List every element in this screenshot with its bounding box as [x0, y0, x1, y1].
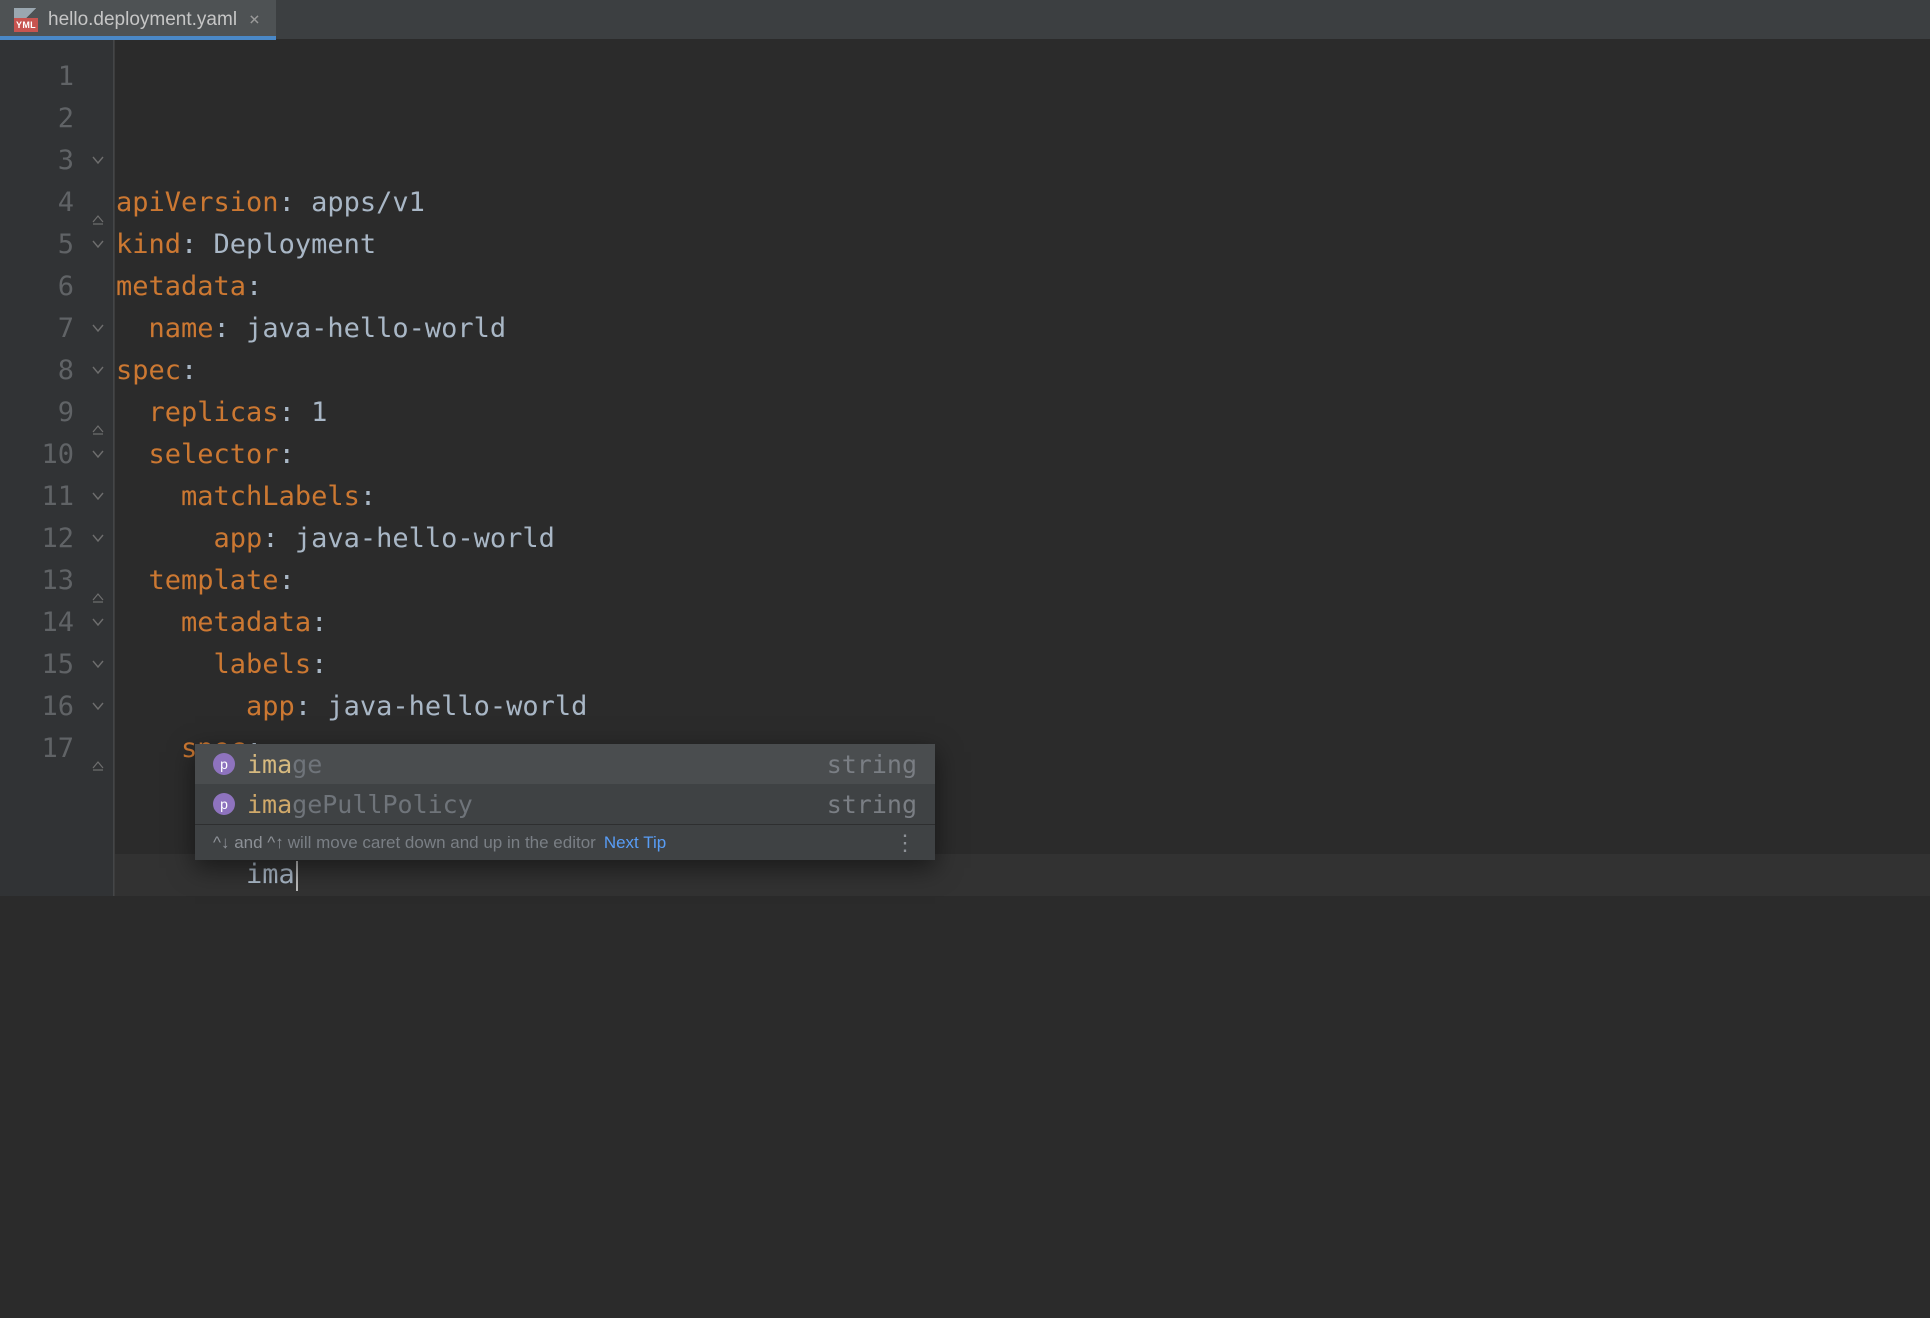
code-line[interactable]: spec: — [114, 350, 1930, 392]
code-line[interactable]: replicas: 1 — [114, 392, 1930, 434]
code-line[interactable]: metadata: — [114, 266, 1930, 308]
line-number-gutter: 1234567891011121314151617 — [0, 40, 84, 896]
completion-item[interactable]: p imagePullPolicy string — [195, 784, 935, 824]
close-icon[interactable]: × — [247, 11, 262, 29]
code-line[interactable]: kind: Deployment — [114, 224, 1930, 266]
yaml-file-icon: YML — [14, 8, 38, 32]
line-number: 13 — [0, 560, 74, 602]
code-line[interactable]: name: java-hello-world — [114, 308, 1930, 350]
tab-bar: YML hello.deployment.yaml × — [0, 0, 1930, 40]
line-number: 12 — [0, 518, 74, 560]
line-number: 6 — [0, 266, 74, 308]
code-line[interactable]: labels: — [114, 644, 1930, 686]
line-number: 5 — [0, 224, 74, 266]
fold-toggle-icon[interactable] — [84, 686, 113, 728]
fold-toggle-icon[interactable] — [84, 350, 113, 392]
tab-filename: hello.deployment.yaml — [48, 9, 237, 31]
line-number: 10 — [0, 434, 74, 476]
fold-gap — [84, 266, 113, 308]
line-number: 16 — [0, 686, 74, 728]
completion-item[interactable]: pimage string — [195, 744, 935, 784]
code-line[interactable]: selector: — [114, 434, 1930, 476]
next-tip-link[interactable]: Next Tip — [604, 833, 666, 853]
fold-gap — [84, 98, 113, 140]
line-number: 4 — [0, 182, 74, 224]
fold-end-icon[interactable] — [84, 560, 113, 602]
fold-toggle-icon[interactable] — [84, 644, 113, 686]
hint-shortcut: ^↓ and ^↑ — [213, 833, 284, 853]
completion-label: image — [247, 750, 322, 779]
property-badge-icon: p — [213, 753, 235, 775]
fold-toggle-icon[interactable] — [84, 476, 113, 518]
fold-end-icon[interactable] — [84, 728, 113, 770]
code-line[interactable]: ima — [114, 854, 1930, 896]
fold-end-icon[interactable] — [84, 182, 113, 224]
code-line[interactable]: metadata: — [114, 602, 1930, 644]
code-line[interactable]: app: java-hello-world — [114, 686, 1930, 728]
fold-toggle-icon[interactable] — [84, 308, 113, 350]
fold-toggle-icon[interactable] — [84, 224, 113, 266]
line-number: 11 — [0, 476, 74, 518]
fold-gap — [84, 56, 113, 98]
completion-label: imagePullPolicy — [247, 790, 473, 819]
completion-type: string — [827, 790, 917, 819]
line-number: 14 — [0, 602, 74, 644]
line-number: 2 — [0, 98, 74, 140]
code-line[interactable]: apiVersion: apps/v1 — [114, 182, 1930, 224]
code-line[interactable]: template: — [114, 560, 1930, 602]
line-number: 1 — [0, 56, 74, 98]
code-completion-popup[interactable]: pimage string p imagePullPolicy string ^↓ an… — [195, 744, 935, 860]
editor-tab[interactable]: YML hello.deployment.yaml × — [0, 0, 276, 39]
fold-toggle-icon[interactable] — [84, 602, 113, 644]
line-number: 9 — [0, 392, 74, 434]
completion-hint: ^↓ and ^↑ will move caret down and up in… — [195, 824, 935, 860]
code-line[interactable]: app: java-hello-world — [114, 518, 1930, 560]
line-number: 3 — [0, 140, 74, 182]
property-badge-icon: p — [213, 793, 235, 815]
more-icon[interactable]: ⋮ — [894, 830, 917, 856]
code-line[interactable]: matchLabels: — [114, 476, 1930, 518]
line-number: 7 — [0, 308, 74, 350]
fold-toggle-icon[interactable] — [84, 518, 113, 560]
fold-glyph-gutter — [84, 40, 114, 896]
fold-end-icon[interactable] — [84, 392, 113, 434]
line-number: 17 — [0, 728, 74, 770]
fold-toggle-icon[interactable] — [84, 140, 113, 182]
fold-toggle-icon[interactable] — [84, 434, 113, 476]
line-number: 15 — [0, 644, 74, 686]
completion-type: string — [827, 750, 917, 779]
hint-text: will move caret down and up in the edito… — [288, 833, 596, 853]
line-number: 8 — [0, 350, 74, 392]
